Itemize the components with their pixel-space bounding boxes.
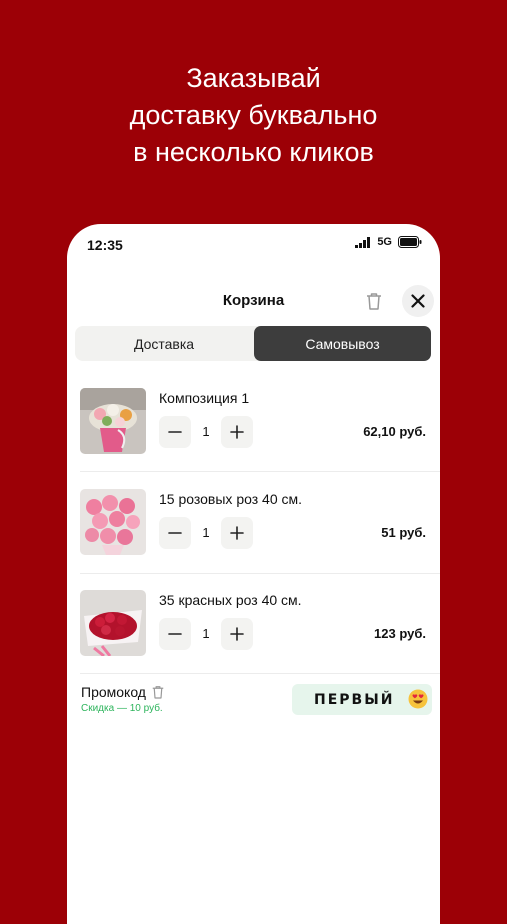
trash-icon [367,293,381,310]
product-image [80,590,146,656]
delivery-tabs: Доставка Самовывоз [75,326,431,361]
cart-item: 15 розовых роз 40 см. 1 51 руб. [67,483,440,583]
status-indicators: 5G [355,236,422,248]
divider [80,573,440,574]
minus-icon [168,633,182,635]
signal-icon [355,236,371,248]
product-name: 35 красных роз 40 см. [159,592,302,608]
remove-promo-button[interactable] [152,685,164,699]
battery-icon [398,236,422,248]
decrease-button[interactable] [159,618,191,650]
quantity-value: 1 [202,626,210,641]
headline-line-1: Заказывай [186,63,321,93]
product-name: Композиция 1 [159,390,250,406]
promo-headline: Заказывай доставку буквально в несколько… [0,60,507,171]
divider [80,673,440,674]
minus-icon [168,532,182,534]
phone-screen: 12:35 5G Корзина Доставка Самовывоз Комп… [67,224,440,924]
divider [80,471,440,472]
headline-line-2: доставку буквально [129,100,378,130]
promo-label-text: Промокод [81,684,146,700]
minus-icon [168,431,182,433]
product-price: 123 руб. [374,626,426,641]
network-type: 5G [377,236,392,248]
promo-code-field[interactable]: ПЕРВЫЙ [292,684,432,715]
status-bar: 12:35 5G [67,224,440,264]
headline-line-3: в несколько кликов [133,137,374,167]
close-button[interactable] [402,285,434,317]
quantity-stepper: 1 [159,517,255,549]
close-icon [411,294,425,308]
plus-icon [230,627,244,641]
product-image [80,388,146,454]
product-price: 62,10 руб. [363,424,426,439]
heart-eyes-emoji-icon [408,689,428,709]
trash-icon [152,686,164,699]
tab-delivery[interactable]: Доставка [75,326,253,361]
quantity-stepper: 1 [159,416,255,448]
product-name: 15 розовых роз 40 см. [159,491,303,507]
cart-header: Корзина [67,282,440,322]
clear-cart-button[interactable] [363,289,385,313]
cart-item: Композиция 1 1 62,10 руб. [67,382,440,482]
promo-discount: Скидка — 10 руб. [81,703,163,714]
quantity-value: 1 [202,525,210,540]
promo-code: ПЕРВЫЙ [314,691,395,708]
product-price: 51 руб. [381,525,426,540]
decrease-button[interactable] [159,517,191,549]
tab-pickup[interactable]: Самовывоз [254,326,431,361]
cart-item: 35 красных роз 40 см. 1 123 руб. [67,584,440,684]
quantity-stepper: 1 [159,618,255,650]
product-image [80,489,146,555]
quantity-value: 1 [202,424,210,439]
plus-icon [230,526,244,540]
decrease-button[interactable] [159,416,191,448]
increase-button[interactable] [221,416,253,448]
increase-button[interactable] [221,517,253,549]
promo-label: Промокод [81,684,164,700]
plus-icon [230,425,244,439]
increase-button[interactable] [221,618,253,650]
status-time: 12:35 [87,237,123,253]
